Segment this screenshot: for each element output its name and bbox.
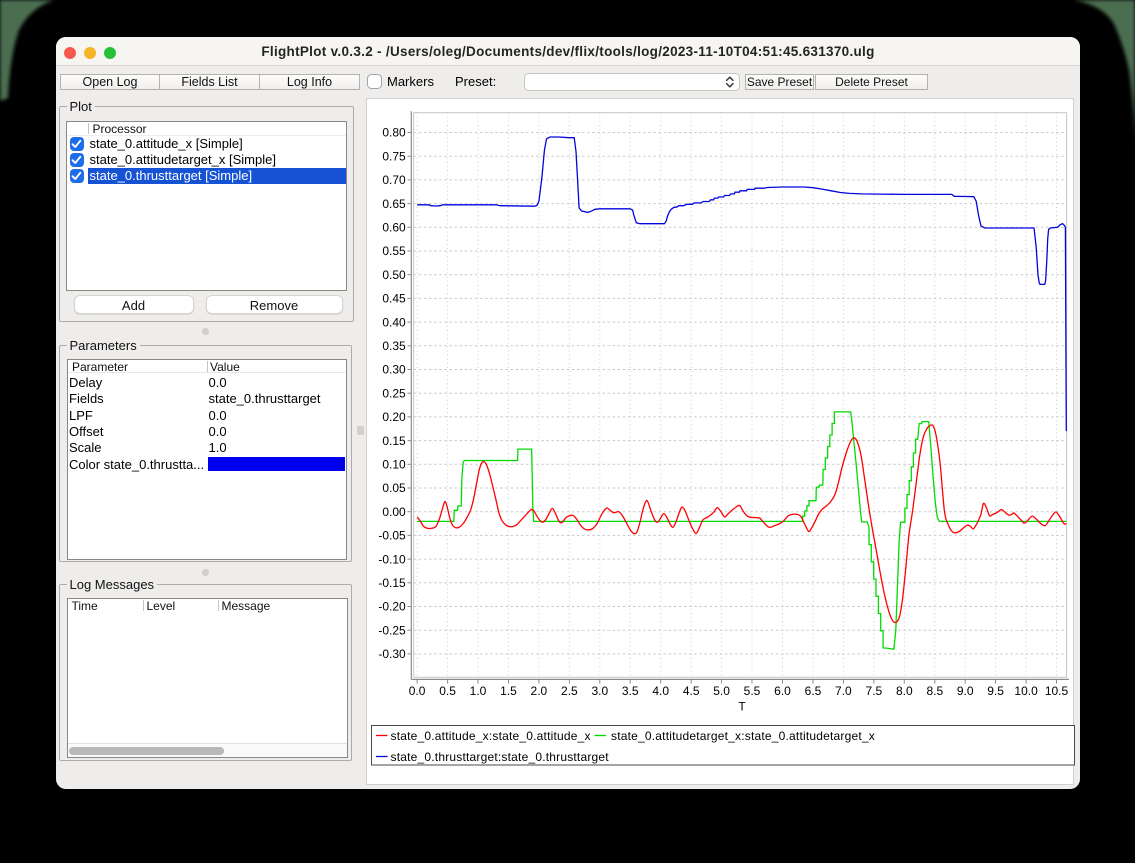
svg-text:9.0: 9.0 (957, 684, 974, 698)
svg-text:0.55: 0.55 (382, 244, 406, 258)
svg-text:state_0.thrusttarget:state_0.t: state_0.thrusttarget:state_0.thrusttarge… (391, 750, 610, 764)
svg-text:1.5: 1.5 (500, 684, 517, 698)
svg-text:state_0.attitude_x:state_0.att: state_0.attitude_x:state_0.attitude_x (391, 729, 591, 743)
svg-text:0.5: 0.5 (439, 684, 456, 698)
svg-text:0.00: 0.00 (382, 505, 406, 519)
svg-text:6.0: 6.0 (774, 684, 791, 698)
svg-text:2.0: 2.0 (531, 684, 548, 698)
svg-text:0.65: 0.65 (382, 197, 406, 211)
svg-text:T: T (738, 700, 746, 714)
svg-text:9.5: 9.5 (987, 684, 1004, 698)
svg-text:4.0: 4.0 (652, 684, 669, 698)
svg-text:6.5: 6.5 (805, 684, 822, 698)
svg-text:0.15: 0.15 (382, 434, 406, 448)
svg-text:5.0: 5.0 (713, 684, 730, 698)
svg-text:0.40: 0.40 (382, 315, 406, 329)
svg-text:0.25: 0.25 (382, 386, 406, 400)
svg-text:0.50: 0.50 (382, 268, 406, 282)
svg-text:10.5: 10.5 (1045, 684, 1069, 698)
svg-text:0.05: 0.05 (382, 481, 406, 495)
svg-text:7.5: 7.5 (866, 684, 883, 698)
svg-text:8.5: 8.5 (926, 684, 943, 698)
svg-text:0.30: 0.30 (382, 363, 406, 377)
svg-text:-0.25: -0.25 (378, 623, 406, 637)
svg-text:-0.30: -0.30 (378, 647, 406, 661)
svg-text:5.5: 5.5 (744, 684, 761, 698)
svg-text:0.60: 0.60 (382, 221, 406, 235)
svg-text:3.0: 3.0 (591, 684, 608, 698)
svg-text:1.0: 1.0 (470, 684, 487, 698)
svg-text:4.5: 4.5 (683, 684, 700, 698)
svg-text:-0.15: -0.15 (378, 576, 406, 590)
svg-text:0.70: 0.70 (382, 173, 406, 187)
svg-text:0.75: 0.75 (382, 149, 406, 163)
svg-text:-0.20: -0.20 (378, 600, 406, 614)
svg-text:8.0: 8.0 (896, 684, 913, 698)
svg-text:state_0.attitudetarget_x:state: state_0.attitudetarget_x:state_0.attitud… (611, 729, 875, 743)
svg-text:0.20: 0.20 (382, 410, 406, 424)
svg-text:0.10: 0.10 (382, 458, 406, 472)
svg-text:10.0: 10.0 (1014, 684, 1038, 698)
svg-text:0.35: 0.35 (382, 339, 406, 353)
svg-text:3.5: 3.5 (622, 684, 639, 698)
svg-text:-0.05: -0.05 (378, 529, 406, 543)
svg-text:7.0: 7.0 (835, 684, 852, 698)
svg-text:0.80: 0.80 (382, 126, 406, 140)
svg-text:2.5: 2.5 (561, 684, 578, 698)
svg-text:-0.10: -0.10 (378, 552, 406, 566)
svg-text:0.45: 0.45 (382, 292, 406, 306)
svg-text:0.0: 0.0 (409, 684, 426, 698)
